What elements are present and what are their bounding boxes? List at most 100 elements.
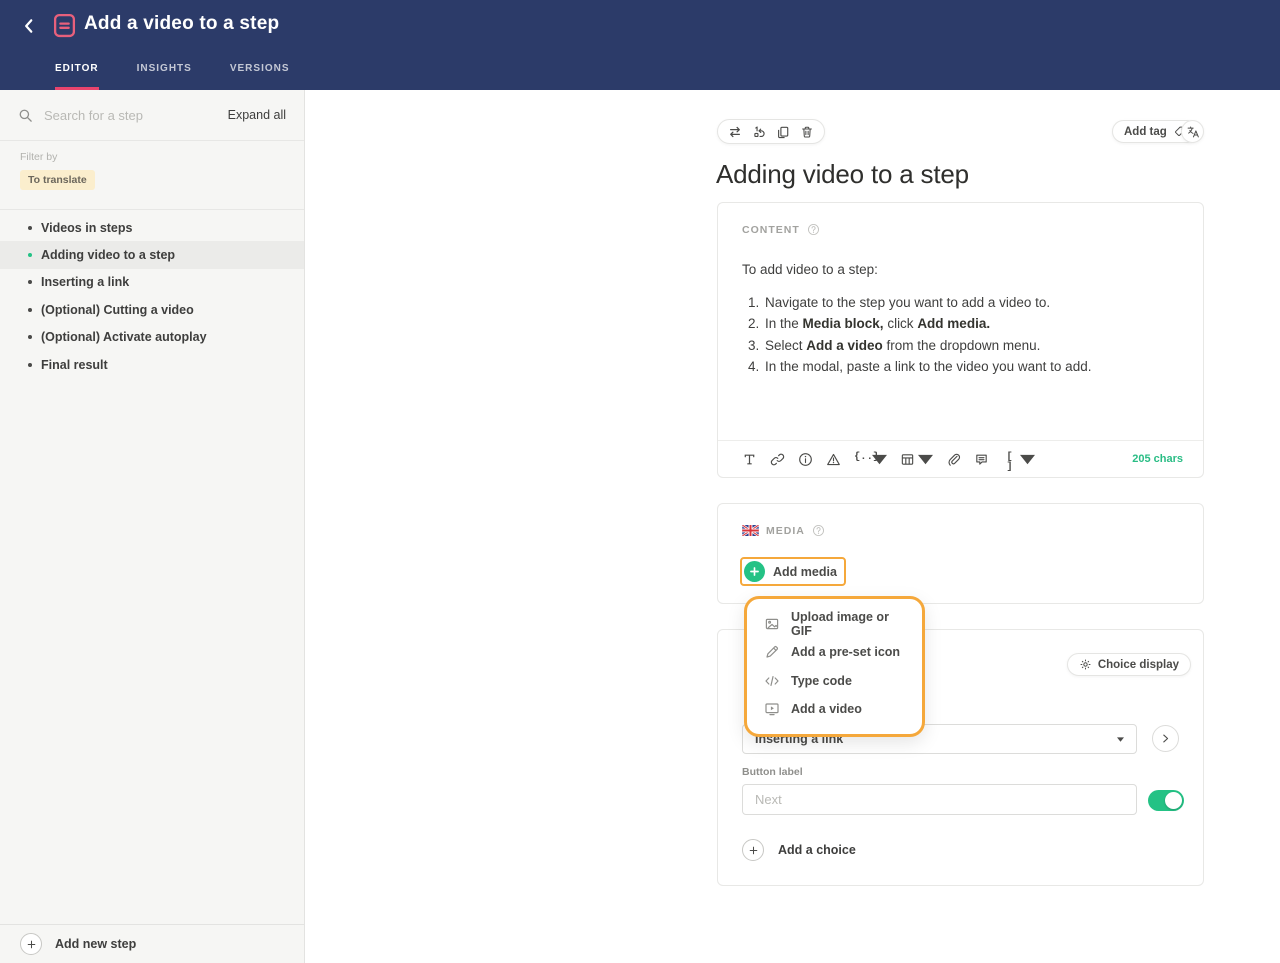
content-intro: To add video to a step: [742,260,1179,280]
step-bullet-icon [28,226,32,230]
search-input[interactable] [42,107,219,124]
content-list-item: Navigate to the step you want to add a v… [763,292,1179,313]
add-media-button[interactable]: Add media [744,561,837,582]
table-button[interactable] [900,452,933,467]
sidebar-step-item[interactable]: Inserting a link [0,269,304,296]
swap-steps-button[interactable] [728,125,742,139]
sidebar: Expand all Filter by To translate Videos… [0,90,305,963]
menu-item-label: Upload image or GIF [791,610,905,638]
caret-down-icon [1020,452,1035,467]
image-icon [764,616,780,632]
sidebar-step-item[interactable]: (Optional) Cutting a video [0,296,304,323]
step-bullet-icon [28,335,32,339]
braces-icon: {..} [854,452,869,467]
swap-icon [728,125,742,139]
step-title[interactable]: Adding video to a step [716,160,969,188]
content-list-item: In the Media block, click Add media. [763,313,1179,334]
warning-button[interactable] [826,452,841,467]
sidebar-step-item[interactable]: Adding video to a step [0,241,304,268]
reorder-steps-button[interactable] [752,125,766,139]
search-icon [18,108,33,123]
sidebar-step-item[interactable]: Videos in steps [0,214,304,241]
plus-circle-icon [742,839,764,861]
link-button[interactable] [770,452,785,467]
plus-circle-green-icon [744,561,765,582]
caret-down-icon [872,452,887,467]
add-a-choice-label: Add a choice [778,843,856,857]
media-menu-item-upload-image-or-gif[interactable]: Upload image or GIF [747,610,922,638]
tab-versions[interactable]: VERSIONS [230,63,290,90]
info-icon [798,452,813,467]
go-to-step-button[interactable] [1152,725,1179,752]
plus-circle-icon [20,933,42,955]
pencil-icon [764,644,780,660]
sidebar-step-item[interactable]: Final result [0,351,304,378]
add-media-highlight: Add media [740,557,846,586]
warning-icon [826,452,841,467]
add-new-step-button[interactable]: Add new step [0,933,136,955]
help-icon[interactable] [807,223,820,236]
duplicate-icon [776,125,790,139]
help-icon[interactable] [812,524,825,537]
add-a-choice-button[interactable]: Add a choice [742,839,856,861]
link-icon [770,452,785,467]
delete-icon [800,125,814,139]
info-button[interactable] [798,452,813,467]
media-block: MEDIA Add media [717,503,1204,604]
content-block: CONTENT To add video to a step: Navigate… [717,202,1204,478]
caret-down-icon [1117,737,1124,742]
back-button[interactable] [16,14,42,40]
attachment-button[interactable] [946,452,961,467]
content-list-item: In the modal, paste a link to the video … [763,356,1179,377]
editor-canvas: Add tag Adding video to a step CONTENT T… [305,90,1280,963]
step-bullet-icon [28,280,32,284]
step-label: (Optional) Activate autoplay [41,330,207,344]
choice-display-button[interactable]: Choice display [1067,653,1191,676]
braces-button[interactable]: {..} [854,452,887,467]
media-menu-item-add-a-pre-set-icon[interactable]: Add a pre-set icon [747,638,922,666]
content-editor-toolbar: {..}[ ] 205 chars [718,440,1203,477]
button-label-input[interactable] [742,784,1137,815]
step-bullet-icon [28,308,32,312]
choice-toggle[interactable] [1148,790,1184,811]
menu-item-label: Add a pre-set icon [791,645,900,659]
content-block-label: CONTENT [742,224,800,236]
media-menu-item-add-a-video[interactable]: Add a video [747,695,922,723]
plus-icon [748,845,759,856]
content-editor[interactable]: To add video to a step: Navigate to the … [742,260,1179,378]
translate-icon [1186,125,1200,139]
text-format-button[interactable] [742,452,757,467]
brackets-button[interactable]: [ ] [1002,452,1035,467]
sidebar-step-item[interactable]: (Optional) Activate autoplay [0,324,304,351]
note-button[interactable] [974,452,989,467]
menu-item-label: Add a video [791,702,862,716]
step-label: (Optional) Cutting a video [41,303,194,317]
add-new-step-label: Add new step [55,937,136,951]
help-icon [812,524,825,537]
chevron-left-icon [20,17,38,35]
filter-chip-to-translate[interactable]: To translate [20,170,95,190]
add-media-dropdown-menu: Upload image or GIF Add a pre-set icon Typ… [744,596,925,737]
expand-all-button[interactable]: Expand all [228,108,286,122]
tab-editor[interactable]: EDITOR [55,63,99,90]
tab-insights[interactable]: INSIGHTS [137,63,192,90]
add-tag-label: Add tag [1124,126,1167,138]
caret-down-icon [918,452,933,467]
step-search-row: Expand all [0,90,304,141]
plus-icon [749,566,760,577]
duplicate-step-button[interactable] [776,125,790,139]
translate-button[interactable] [1181,120,1204,143]
filter-by-label: Filter by [20,151,284,163]
choice-display-label: Choice display [1098,659,1179,671]
toggle-knob [1165,792,1182,809]
code-icon [764,673,780,689]
plus-icon [26,939,37,950]
step-actions-toolbar [717,119,825,144]
gear-icon [1079,658,1092,671]
chevron-right-icon [1160,733,1171,744]
media-menu-item-type-code[interactable]: Type code [747,667,922,695]
step-bullet-icon [28,363,32,367]
step-bullet-icon [28,253,32,257]
delete-step-button[interactable] [800,125,814,139]
media-block-label: MEDIA [766,525,805,537]
